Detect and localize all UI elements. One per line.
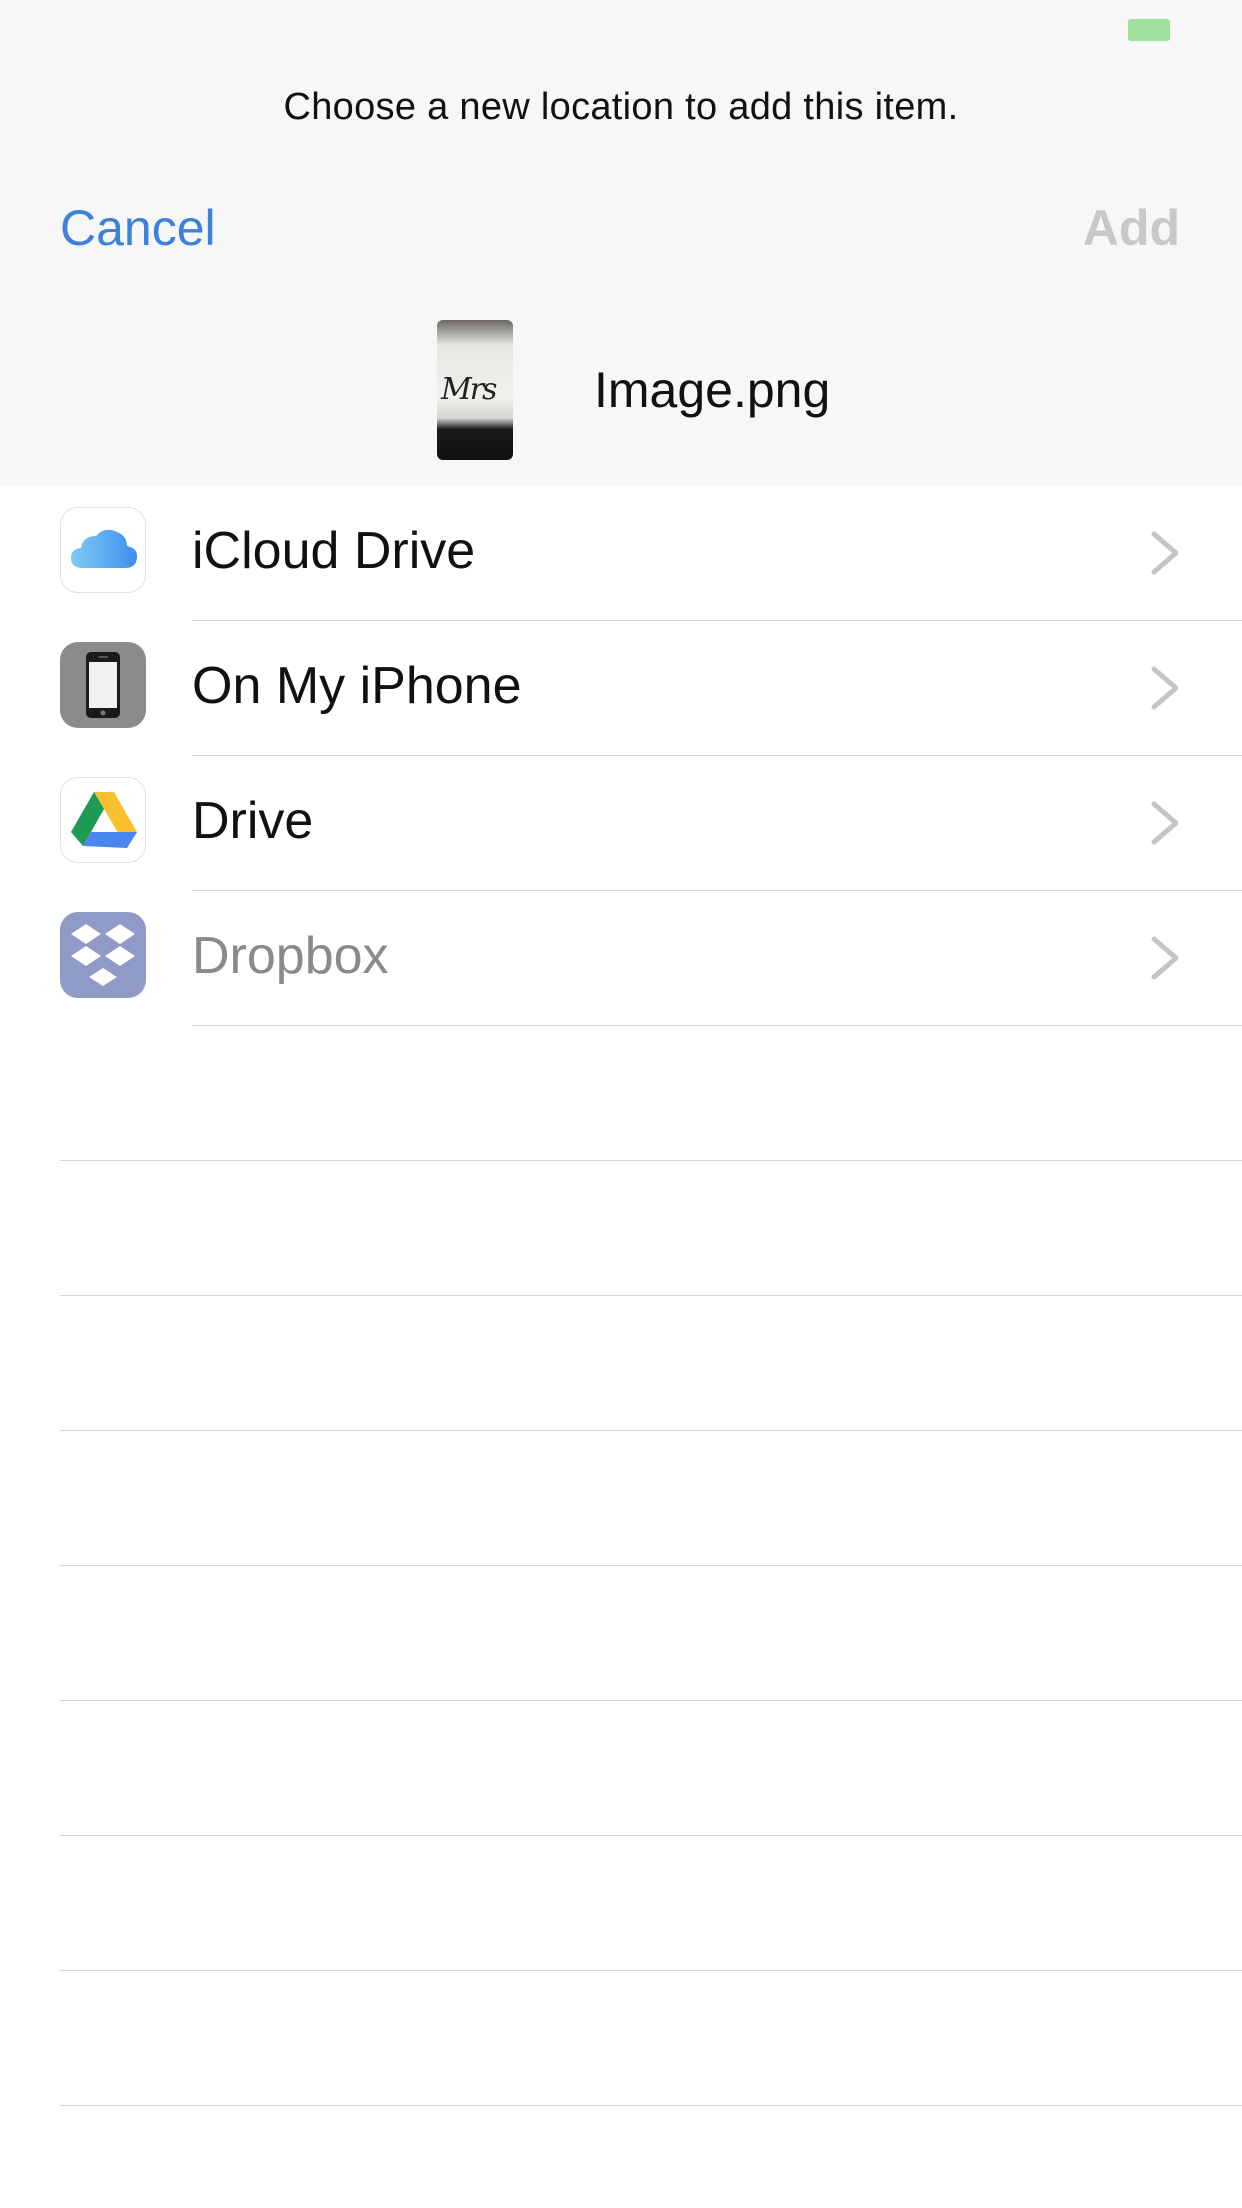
location-row-drive[interactable]: Drive [0,756,1242,891]
location-row-icloud-drive[interactable]: iCloud Drive [0,486,1242,621]
location-label: Dropbox [192,927,389,985]
location-row-on-my-iphone[interactable]: On My iPhone [0,621,1242,756]
file-thumbnail: Mrs [437,320,513,460]
battery-icon [1128,19,1170,41]
google-drive-icon [60,777,146,863]
empty-row-divider [60,1430,1242,1431]
location-row-dropbox[interactable]: Dropbox [0,891,1242,1026]
empty-row-divider [60,1835,1242,1836]
chevron-right-icon [1151,936,1179,980]
chevron-right-icon [1151,531,1179,575]
picker-header: Choose a new location to add this item. … [0,0,1242,486]
status-bar [0,0,1242,60]
cancel-button[interactable]: Cancel [60,198,216,258]
location-label: iCloud Drive [192,522,476,580]
add-button[interactable]: Add [1083,198,1180,258]
thumbnail-text: Mrs [441,372,497,407]
empty-row-divider [60,1565,1242,1566]
empty-row-divider [60,2105,1242,2106]
chevron-right-icon [1151,666,1179,710]
iphone-icon [60,642,146,728]
prompt-text: Choose a new location to add this item. [283,86,959,128]
row-divider [192,1025,1242,1026]
empty-row-divider [60,1700,1242,1701]
location-label: Drive [192,792,314,850]
location-label: On My iPhone [192,657,522,715]
empty-row-divider [60,1160,1242,1161]
empty-row-divider [60,1295,1242,1296]
chevron-right-icon [1151,801,1179,845]
icloud-icon [60,507,146,593]
file-name: Image.png [594,362,831,418]
empty-row-divider [60,1970,1242,1971]
dropbox-icon [60,912,146,998]
